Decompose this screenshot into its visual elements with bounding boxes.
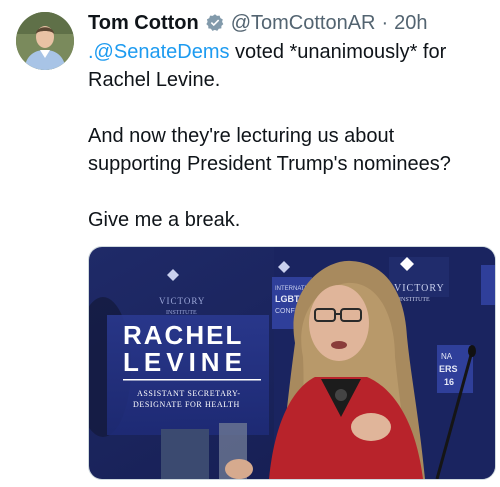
tweet-media-image[interactable]: VICTORY INSTITUTE VICTORY INSTITUTE INTE…: [88, 246, 496, 480]
backdrop-text-ers: ERS: [439, 364, 458, 374]
tweet-paragraph-3: Give me a break.: [88, 209, 241, 231]
verified-badge-icon: [205, 13, 225, 33]
separator-dot: ·: [381, 12, 389, 34]
tweet-card[interactable]: Tom Cotton @TomCottonAR · 20h .@SenateDe…: [0, 0, 500, 487]
media-photo: VICTORY INSTITUTE VICTORY INSTITUTE INTE…: [89, 247, 495, 479]
backdrop-text-16: 16: [444, 377, 454, 387]
mention-link[interactable]: .@SenateDems: [88, 41, 229, 63]
tweet-line-2: Rachel Levine.: [88, 69, 221, 91]
tweet-timestamp[interactable]: 20h: [394, 10, 427, 36]
tweet-line-1: .@SenateDems voted *unanimously* for: [88, 38, 493, 66]
author-handle[interactable]: @TomCottonAR: [231, 10, 376, 36]
media-subtitle-line-2: DESIGNATE FOR HEALTH: [133, 400, 240, 409]
tweet-paragraph-2-line-1: And now they're lecturing us about: [88, 125, 395, 147]
author-avatar[interactable]: [16, 12, 74, 70]
author-name[interactable]: Tom Cotton: [88, 10, 199, 36]
media-headline-last-name: LEVINE: [123, 347, 247, 377]
backdrop-text-victory-left: VICTORY: [159, 296, 205, 306]
tweet-header: Tom Cotton @TomCottonAR · 20h: [88, 10, 428, 36]
backdrop-text-victory-right: VICTORY: [394, 283, 445, 294]
tweet-line-1-rest: voted *unanimously* for: [229, 41, 447, 63]
tweet-paragraph-2-line-2: supporting President Trump's nominees?: [88, 153, 451, 175]
tweet-text: .@SenateDems voted *unanimously* for Rac…: [88, 38, 493, 234]
backdrop-text-na: NA: [441, 352, 453, 361]
media-subtitle-line-1: ASSISTANT SECRETARY-: [137, 389, 241, 398]
backdrop-text-institute-right: INSTITUTE: [399, 297, 430, 303]
avatar-photo: [16, 12, 74, 70]
media-headline-first-name: RACHEL: [123, 320, 243, 350]
